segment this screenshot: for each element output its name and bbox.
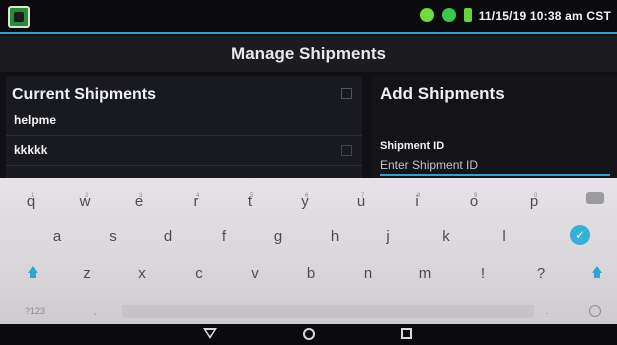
backspace-icon[interactable] <box>586 192 604 204</box>
shipment-id: helpme <box>14 113 57 127</box>
key-u[interactable]: u7 <box>348 190 374 214</box>
screen: 11/15/19 10:38 am CST Manage Shipments C… <box>0 0 617 345</box>
key-i[interactable]: i8 <box>404 190 430 214</box>
current-shipments-panel: Current Shipments helpme kkkkk <box>6 76 362 180</box>
back-icon[interactable] <box>203 328 217 339</box>
shift-right-icon[interactable] <box>590 266 604 280</box>
shipment-id: kkkkk <box>14 143 48 157</box>
key-j[interactable]: j <box>375 225 401 249</box>
key-n[interactable]: n <box>355 262 381 286</box>
shipment-id-input[interactable] <box>380 156 610 176</box>
shift-left-icon[interactable] <box>26 266 40 280</box>
app-icon[interactable] <box>8 6 30 28</box>
key-comma[interactable]: , <box>82 299 108 323</box>
spacebar[interactable] <box>122 305 534 318</box>
key-x[interactable]: x <box>129 262 155 286</box>
current-shipments-heading: Current Shipments <box>12 86 157 103</box>
shipment-id-label: Shipment ID <box>380 140 445 152</box>
key-o[interactable]: o9 <box>461 190 487 214</box>
symbols-key[interactable]: ?123 <box>20 299 50 323</box>
status-icons <box>420 8 472 22</box>
key-t[interactable]: t5 <box>237 190 263 214</box>
shipment-checkbox[interactable] <box>341 145 352 156</box>
key-m[interactable]: m <box>412 262 438 286</box>
key-e[interactable]: e3 <box>126 190 152 214</box>
key-q[interactable]: q1 <box>18 190 44 214</box>
location-icon <box>420 8 434 22</box>
key-s[interactable]: s <box>100 225 126 249</box>
page-title: Manage Shipments <box>231 44 386 63</box>
key-v[interactable]: v <box>242 262 268 286</box>
battery-charging-icon <box>464 8 472 22</box>
add-shipments-panel: Add Shipments Shipment ID <box>372 76 617 180</box>
shipment-row[interactable]: kkkkk <box>6 136 362 166</box>
enter-check-icon[interactable]: ✓ <box>570 225 590 245</box>
key-y[interactable]: y6 <box>292 190 318 214</box>
emoji-icon[interactable] <box>589 305 601 317</box>
key-f[interactable]: f <box>211 225 237 249</box>
key-w[interactable]: w2 <box>72 190 98 214</box>
signal-icon <box>442 8 456 22</box>
home-icon[interactable] <box>303 328 315 340</box>
key-period[interactable]: . <box>534 299 560 323</box>
shipment-row[interactable]: helpme <box>6 106 362 136</box>
key-p[interactable]: p0 <box>521 190 547 214</box>
key-a[interactable]: a <box>44 225 70 249</box>
key-h[interactable]: h <box>322 225 348 249</box>
key-exclamation[interactable]: ! <box>470 262 496 286</box>
nav-bar <box>0 324 617 345</box>
key-d[interactable]: d <box>155 225 181 249</box>
key-r[interactable]: r4 <box>183 190 209 214</box>
key-z[interactable]: z <box>74 262 100 286</box>
add-shipments-heading: Add Shipments <box>380 84 505 103</box>
recent-apps-icon[interactable] <box>401 328 412 339</box>
key-g[interactable]: g <box>265 225 291 249</box>
select-all-checkbox[interactable] <box>341 88 352 99</box>
status-bar: 11/15/19 10:38 am CST <box>0 0 617 34</box>
key-k[interactable]: k <box>433 225 459 249</box>
status-datetime: 11/15/19 10:38 am CST <box>478 9 611 23</box>
title-bar: Manage Shipments <box>0 36 617 72</box>
key-l[interactable]: l <box>491 225 517 249</box>
key-question[interactable]: ? <box>528 262 554 286</box>
on-screen-keyboard: q1 w2 e3 r4 t5 y6 u7 i8 o9 p0 a s d f g … <box>0 178 617 324</box>
key-c[interactable]: c <box>186 262 212 286</box>
key-b[interactable]: b <box>298 262 324 286</box>
